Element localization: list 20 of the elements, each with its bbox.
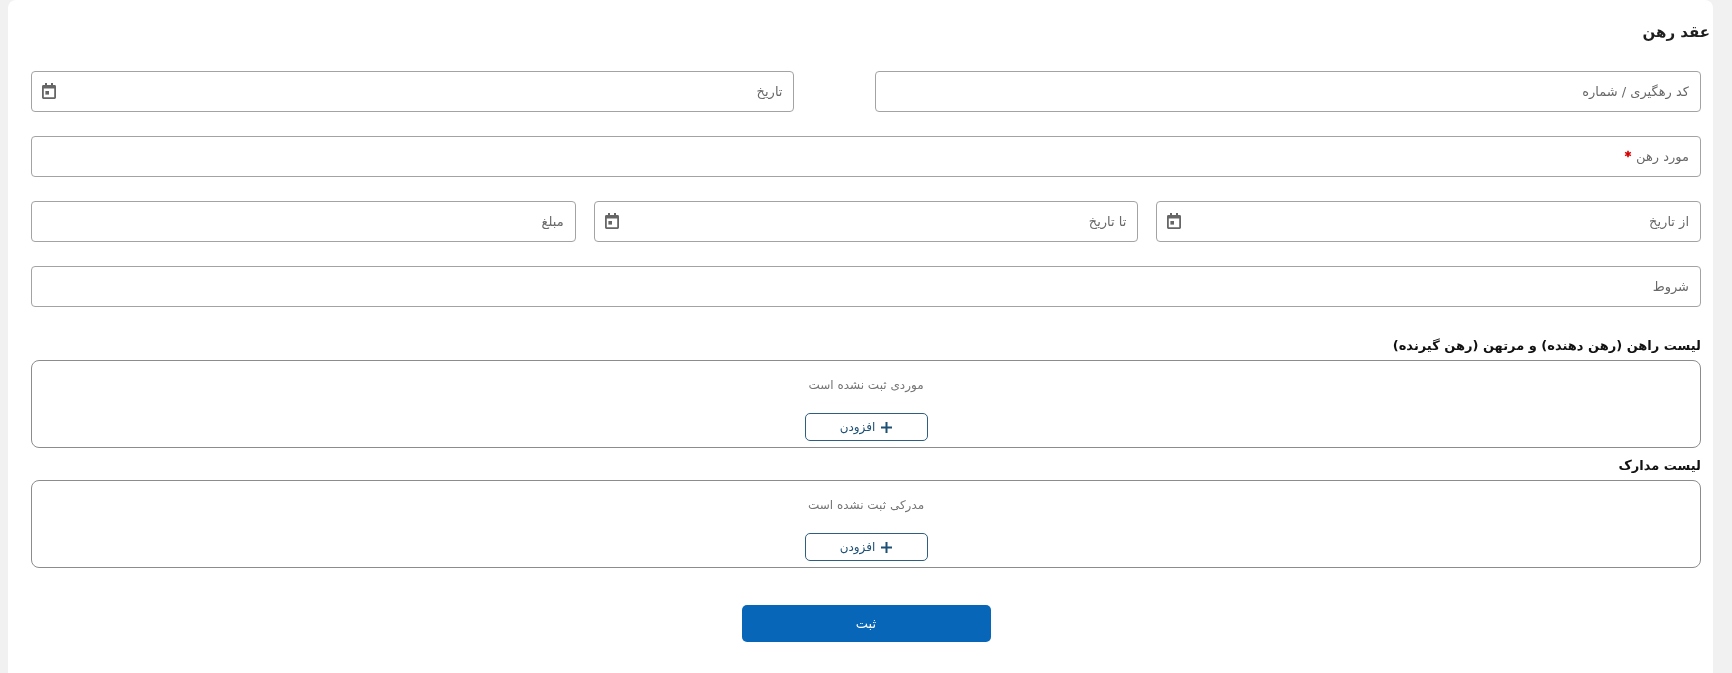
input-field[interactable]: شروط [31,266,1701,307]
date-field[interactable]: تاریخ [31,71,795,112]
empty-message: مدرکی ثبت نشده است [807,497,925,514]
input-field[interactable]: مبلغ [31,201,576,242]
form-title: عقد رهن [1642,22,1710,42]
section-heading: لیست مدارک [1618,457,1701,475]
calendar-icon[interactable] [604,213,619,229]
section-heading: لیست راهن (رهن دهنده) و مرتهن (رهن گیرنده) [1392,337,1701,355]
plus-icon [881,541,893,553]
add-button[interactable]: افزودن [804,533,928,561]
date-field[interactable]: تا تاریخ [593,201,1139,242]
plus-icon [881,421,893,433]
add-button[interactable]: افزودن [804,413,928,441]
empty-message: موردی ثبت نشده است [808,377,924,394]
submit-button[interactable]: ثبت [741,605,991,642]
calendar-icon[interactable] [42,83,56,99]
calendar-icon[interactable] [1167,213,1182,229]
input-field[interactable]: مورد رهن [31,136,1701,177]
date-field[interactable]: از تاریخ [1156,201,1701,242]
input-field[interactable]: کد رهگیری / شماره [875,71,1701,112]
